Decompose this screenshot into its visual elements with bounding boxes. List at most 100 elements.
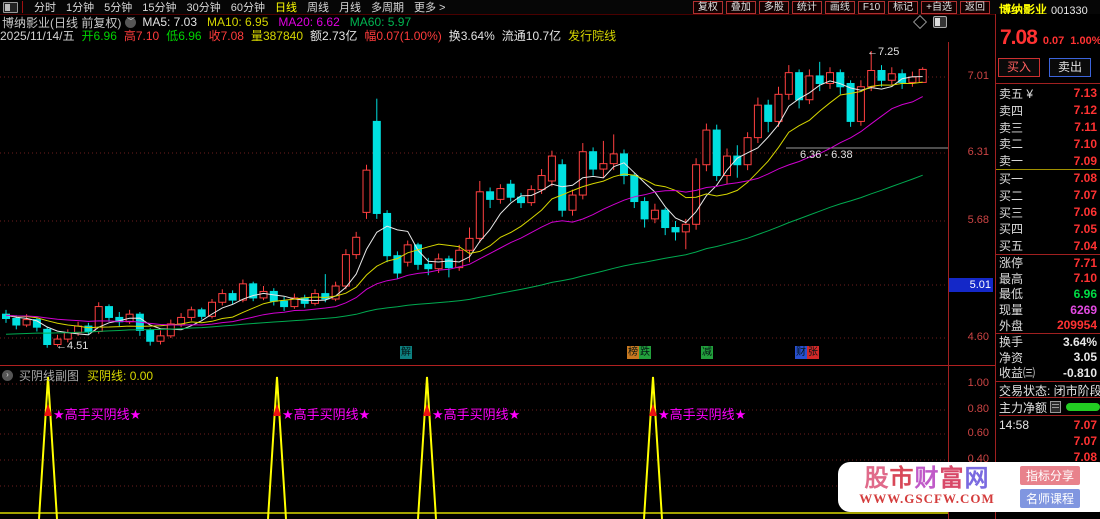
ask-row[interactable]: 卖一 7.09 <box>996 152 1100 169</box>
btn-mark[interactable]: 标记 <box>888 0 919 14</box>
price-change: 0.07 <box>1042 35 1065 47</box>
ask-row[interactable]: 卖三 7.11 <box>996 119 1100 136</box>
tab-more[interactable]: 更多 > <box>414 0 445 15</box>
btn-multi-stock[interactable]: 多股 <box>758 0 789 14</box>
tick-row-value: 7.07 <box>1073 434 1097 448</box>
bid-row-label: 买三 <box>999 205 1024 220</box>
indicator-collapse-icon[interactable]: › <box>2 369 13 381</box>
tab-daily[interactable]: 日线 <box>275 0 297 15</box>
ask-queue: 卖五 ¥ 7.13 卖四 7.12 卖三 7.11 卖二 7.10 卖一 7.09 <box>996 85 1100 170</box>
tick-list: 14:58 7.07 7.07 7.08 <box>996 417 1100 465</box>
watermark-site-name: 股市财富网 <box>864 465 990 492</box>
badge-indicator-share: 指标分享 <box>1020 466 1081 485</box>
tab-60min[interactable]: 60分钟 <box>231 0 265 15</box>
event-tag[interactable]: 解 <box>400 346 412 359</box>
stat-row-label: 现量 <box>999 303 1024 318</box>
badge-teacher-course: 名师课程 <box>1020 489 1081 508</box>
chart-annotation: ←7.25 <box>867 46 900 58</box>
event-tag[interactable]: 减 <box>701 346 713 359</box>
bid-row-value: 7.07 <box>1073 188 1097 203</box>
stat-row-value: 7.10 <box>1073 271 1097 286</box>
bid-row-value: 7.04 <box>1073 238 1097 253</box>
sell-button[interactable]: 卖出 <box>1049 58 1091 77</box>
ask-row-value: 7.10 <box>1073 136 1097 151</box>
tab-monthly[interactable]: 月线 <box>339 0 361 15</box>
top-menu-bar: 分时 1分钟 5分钟 15分钟 30分钟 60分钟 日线 周线 月线 多周期 更多 > 复权 叠加 多股… <box>0 0 1100 15</box>
ask-row-label: 卖四 <box>999 103 1024 118</box>
stats-block-2: 换手 3.64% 净资 3.05 收益㈢ -0.810 <box>996 334 1100 382</box>
price-tick-label: 5.68 <box>967 214 989 226</box>
bid-queue: 买一 7.08 买二 7.07 买三 7.06 买四 7.05 买五 7.04 <box>996 170 1100 255</box>
tab-30min[interactable]: 30分钟 <box>187 0 221 15</box>
trade-buttons: 买入 卖出 <box>998 58 1100 77</box>
stat-row-value: 6.96 <box>1073 286 1097 301</box>
indicator-header: › 买阴线副图 买阴线: 0.00 <box>2 368 154 383</box>
btn-statistics[interactable]: 统计 <box>791 0 822 14</box>
indicator-value: 买阴线: 0.00 <box>87 368 154 383</box>
stat-row-label: 净资 <box>999 350 1024 365</box>
chart-annotation: ←4.51 <box>56 340 89 352</box>
buy-signal-label: ★高手买阴线★ <box>658 407 747 422</box>
btn-add-watchlist[interactable]: +自选 <box>921 0 957 14</box>
indicator-title: 买阴线副图 <box>19 368 80 383</box>
indicator-tick-label: 0.80 <box>967 403 989 415</box>
tick-row: 7.07 <box>996 433 1100 449</box>
divider <box>996 83 1100 84</box>
chevron-down-icon[interactable]: ﹀ <box>125 16 137 28</box>
stat-row-label: 涨停 <box>999 256 1024 271</box>
ask-row-value: 7.11 <box>1074 119 1097 134</box>
list-icon[interactable] <box>1050 401 1062 413</box>
stat-row-value: 6269 <box>1070 302 1097 317</box>
btn-adjust[interactable]: 复权 <box>692 0 723 14</box>
stat-row: 最高 7.10 <box>996 271 1100 287</box>
tab-multi-period[interactable]: 多周期 <box>371 0 404 15</box>
ask-row[interactable]: 卖四 7.12 <box>996 102 1100 119</box>
ask-row-label: 卖五 ¥ <box>999 86 1034 101</box>
tick-row: 14:58 7.07 <box>996 417 1100 433</box>
candlestick-chart[interactable] <box>0 42 948 365</box>
window-icon[interactable] <box>3 1 18 13</box>
tab-weekly[interactable]: 周线 <box>307 0 329 15</box>
btn-overlay[interactable]: 叠加 <box>725 0 756 14</box>
price-tick-label: 6.31 <box>967 146 989 158</box>
window-split-icon[interactable] <box>933 16 947 28</box>
stat-row: 涨停 7.71 <box>996 255 1100 271</box>
bid-row-label: 买四 <box>999 222 1024 237</box>
price-tick-label: 4.60 <box>967 331 989 343</box>
price-change-pct: 1.00% <box>1070 35 1100 47</box>
price-tick-label: 5.01 <box>949 278 993 292</box>
btn-back[interactable]: 返回 <box>960 0 990 14</box>
ask-row-value: 7.09 <box>1073 153 1097 168</box>
bid-row[interactable]: 买二 7.07 <box>996 187 1100 204</box>
btn-f10[interactable]: F10 <box>857 0 886 14</box>
stat-row-label: 换手 <box>999 335 1024 350</box>
buy-button[interactable]: 买入 <box>998 58 1040 77</box>
trading-app-window: 分时 1分钟 5分钟 15分钟 30分钟 60分钟 日线 周线 月线 多周期 更多 > 复权 叠加 多股… <box>0 0 1100 519</box>
stat-row: 外盘 209954 <box>996 317 1100 333</box>
diamond-icon[interactable] <box>912 14 928 30</box>
tab-15min[interactable]: 15分钟 <box>142 0 176 15</box>
stat-row-label: 最高 <box>999 271 1024 286</box>
watermark-badges: 指标分享 名师课程 <box>1020 464 1081 510</box>
btn-draw-line[interactable]: 画线 <box>824 0 855 14</box>
stat-row-label: 最低 <box>999 287 1024 302</box>
event-tag[interactable]: 财张 <box>795 346 819 359</box>
bid-row-label: 买五 <box>999 239 1024 254</box>
menu-separator <box>22 1 23 13</box>
bid-row[interactable]: 买三 7.06 <box>996 204 1100 221</box>
ask-row-label: 卖三 <box>999 120 1024 135</box>
quote-panel: 7.08 0.07 1.00% 买入 卖出 卖五 ¥ 7.13 卖四 7.12 卖三 7.… <box>996 14 1100 519</box>
indicator-chart[interactable] <box>0 366 948 519</box>
bid-row-value: 7.06 <box>1073 204 1097 219</box>
event-tag[interactable]: 榜跌 <box>627 346 651 359</box>
ask-row-value: 7.12 <box>1073 103 1097 118</box>
stat-row-value: 209954 <box>1056 318 1097 333</box>
ask-row[interactable]: 卖五 ¥ 7.13 <box>996 85 1100 102</box>
bid-row[interactable]: 买一 7.08 <box>996 170 1100 187</box>
indicator-tick-label: 1.00 <box>967 377 989 389</box>
day-stats-line: 2025/11/14/五 开6.96 高7.10 低6.96 收7.08 量387840 额… <box>0 29 623 43</box>
bid-row[interactable]: 买五 7.04 <box>996 237 1100 254</box>
watermark-url: WWW.GSCFW.COM <box>859 491 995 506</box>
ask-row[interactable]: 卖二 7.10 <box>996 135 1100 152</box>
bid-row[interactable]: 买四 7.05 <box>996 220 1100 237</box>
